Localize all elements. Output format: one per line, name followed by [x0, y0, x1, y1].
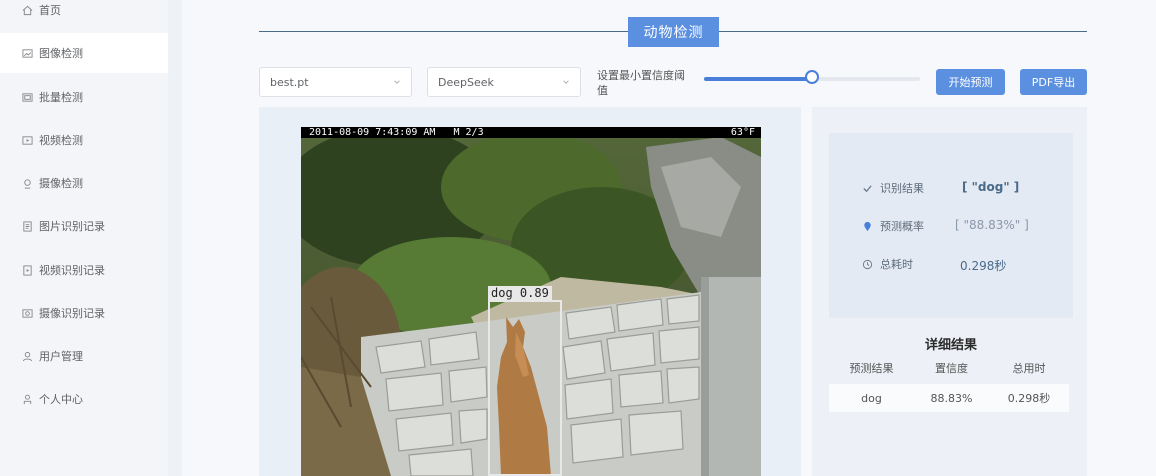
header-cell: 预测结果 — [849, 361, 894, 375]
sidebar-item-label: 首页 — [39, 4, 61, 17]
sidebar-item-camera-records[interactable]: 摄像识别记录 — [0, 293, 168, 333]
sidebar: 首页 图像检测 批量检测 视频检测 摄像检测 图片识别记录 视频识别记录 摄像识… — [0, 0, 169, 476]
clock-icon — [862, 259, 876, 270]
home-icon — [20, 3, 34, 17]
sidebar-item-label: 图片识别记录 — [39, 220, 105, 233]
slider-thumb[interactable] — [805, 70, 819, 84]
sidebar-item-user-management[interactable]: 用户管理 — [0, 336, 168, 376]
person-icon — [20, 392, 34, 406]
video-record-icon — [20, 263, 34, 277]
video-icon — [20, 133, 34, 147]
table-cell: 0.298秒 — [1007, 392, 1051, 405]
sidebar-item-video-records[interactable]: 视频识别记录 — [0, 250, 168, 290]
table-header: 预测结果 置信度 总用时 — [829, 354, 1069, 381]
sidebar-item-image-records[interactable]: 图片识别记录 — [0, 206, 168, 246]
camera-timestamp: 2011-08-09 7:43:09 AM M 2/3 — [309, 127, 484, 138]
location-pin-icon — [862, 221, 876, 232]
probability-row: 预测概率 — [862, 217, 924, 235]
detection-bounding-box — [488, 300, 562, 476]
chevron-down-icon — [562, 76, 570, 89]
table-cell: dog — [861, 391, 882, 405]
result-value: [ "dog" ] — [962, 180, 1020, 194]
slider-fill — [704, 77, 812, 81]
camera-record-icon — [20, 306, 34, 320]
camera-timestamp-bar: 2011-08-09 7:43:09 AM M 2/3 63°F — [301, 127, 761, 138]
chevron-down-icon — [393, 76, 401, 89]
sidebar-item-label: 用户管理 — [39, 350, 83, 363]
llm-select-value: DeepSeek — [438, 75, 494, 89]
user-icon — [20, 349, 34, 363]
batch-icon — [20, 90, 34, 104]
header-cell: 总用时 — [1012, 361, 1046, 375]
time-value: 0.298秒 — [960, 259, 1007, 273]
table-cell: 88.83% — [930, 391, 973, 405]
detection-image: 2011-08-09 7:43:09 AM M 2/3 63°F dog 0.8… — [301, 127, 761, 476]
image-icon — [20, 46, 34, 60]
sidebar-item-image-detect[interactable]: 图像检测 — [0, 33, 168, 73]
model-select[interactable]: best.pt — [259, 67, 412, 97]
start-predict-button[interactable]: 开始预测 — [936, 69, 1005, 95]
header-cell: 置信度 — [935, 361, 968, 375]
image-record-icon — [20, 219, 34, 233]
sidebar-item-label: 批量检测 — [39, 91, 83, 104]
model-select-value: best.pt — [270, 75, 309, 89]
sidebar-item-label: 视频检测 — [39, 134, 83, 147]
sidebar-item-label: 图像检测 — [39, 47, 83, 60]
table-row: dog 88.83% 0.298秒 — [829, 384, 1069, 412]
sidebar-item-label: 视频识别记录 — [39, 264, 105, 277]
sidebar-item-label: 个人中心 — [39, 393, 83, 406]
probability-label: 预测概率 — [880, 220, 924, 233]
pdf-export-button[interactable]: PDF导出 — [1020, 69, 1087, 95]
sidebar-item-label: 摄像检测 — [39, 177, 83, 190]
time-row: 总耗时 — [862, 255, 913, 273]
sidebar-item-home[interactable]: 首页 — [0, 0, 168, 30]
camera-temperature: 63°F — [730, 127, 755, 138]
sidebar-gutter — [168, 0, 182, 476]
llm-select[interactable]: DeepSeek — [427, 67, 581, 97]
sidebar-item-camera-detect[interactable]: 摄像检测 — [0, 163, 168, 203]
time-label: 总耗时 — [880, 258, 913, 271]
confidence-label: 设置最小置信度阈值 — [597, 69, 685, 97]
result-row: 识别结果 — [862, 179, 924, 197]
sidebar-item-video-detect[interactable]: 视频检测 — [0, 120, 168, 160]
detail-title: 详细结果 — [924, 338, 977, 353]
check-icon — [862, 183, 876, 194]
detection-label: dog 0.89 — [488, 286, 552, 300]
result-label: 识别结果 — [880, 182, 924, 195]
camera-icon — [20, 176, 34, 190]
sidebar-item-label: 摄像识别记录 — [39, 307, 105, 320]
sidebar-item-profile[interactable]: 个人中心 — [0, 379, 168, 419]
sidebar-item-batch-detect[interactable]: 批量检测 — [0, 77, 168, 117]
probability-value: [ "88.83%" ] — [955, 218, 1029, 232]
page-title: 动物检测 — [628, 17, 719, 47]
